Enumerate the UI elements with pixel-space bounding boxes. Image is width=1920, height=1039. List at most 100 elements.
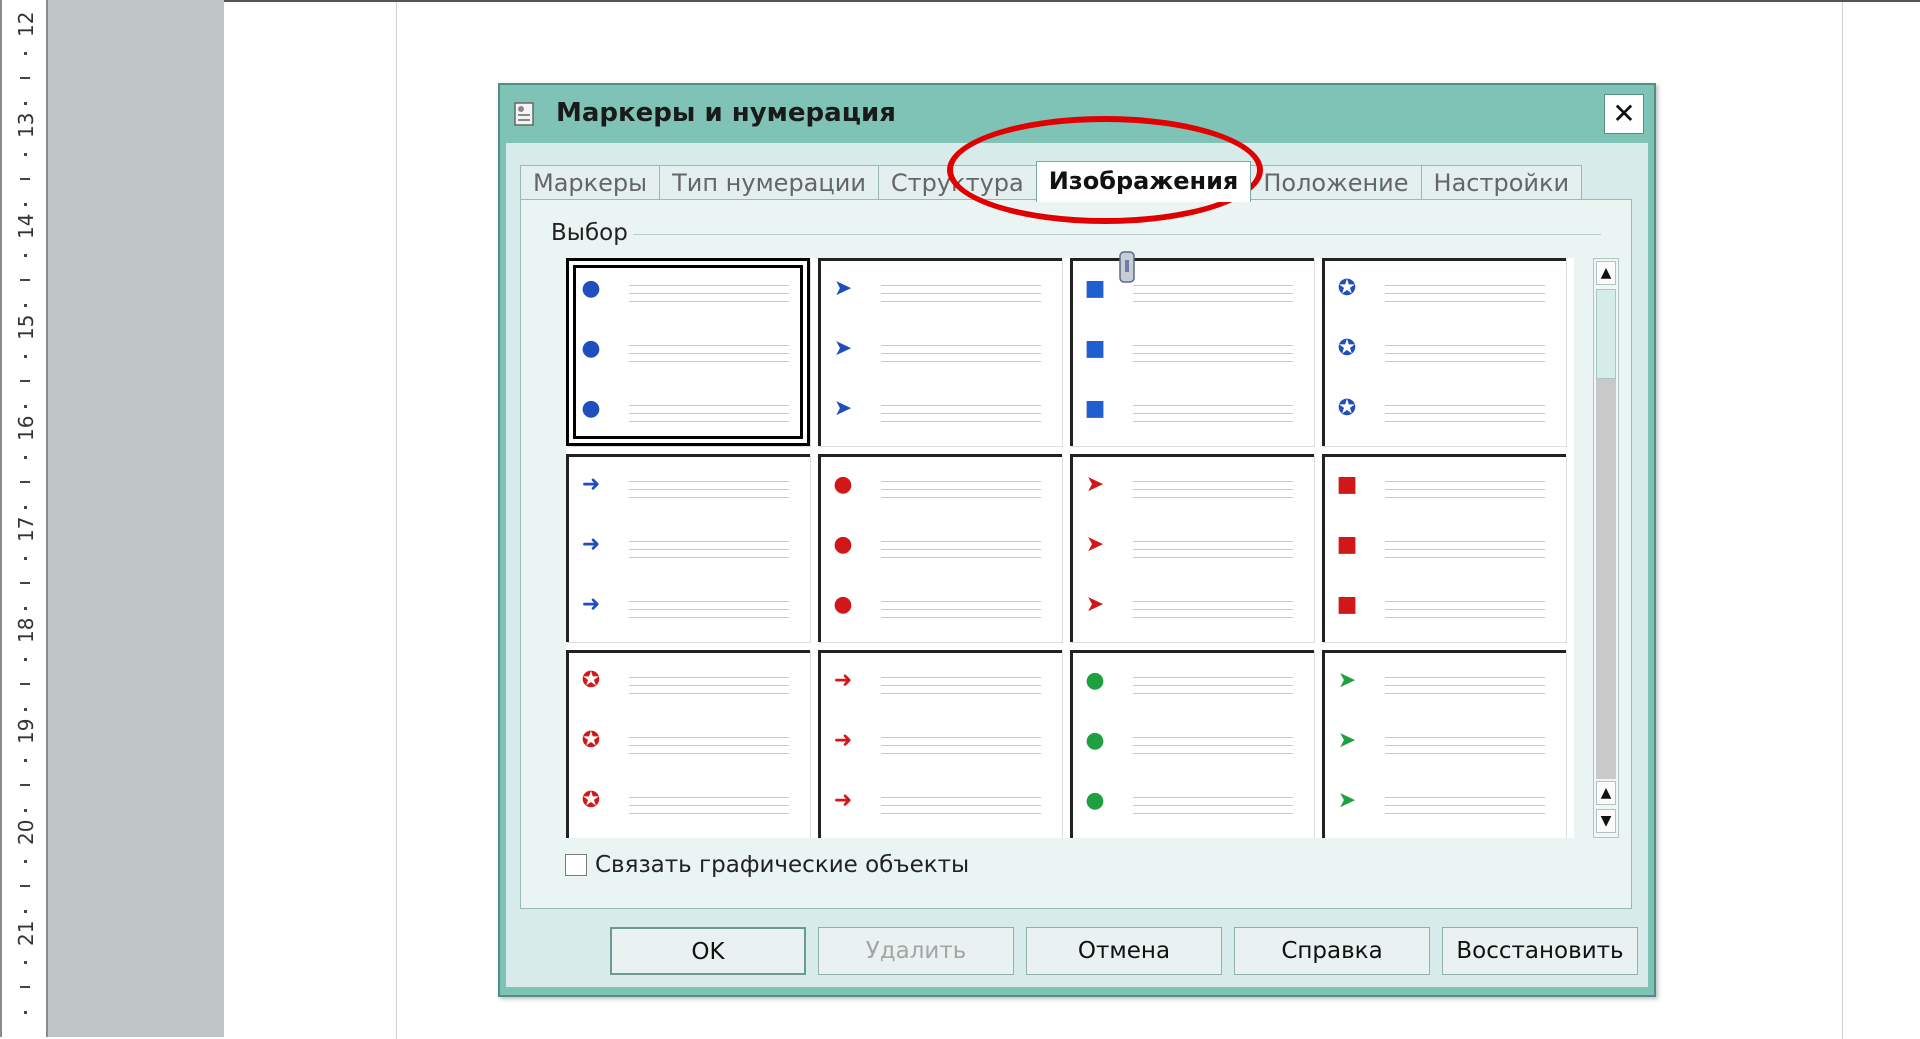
bullet-style-option[interactable]: ■ ■ ■ [1322,454,1566,642]
preview-text-line [1385,361,1545,362]
ruler-number: 13 [14,112,38,138]
preview-text-line [1385,617,1545,618]
link-graphics-checkbox[interactable]: Связать графические объекты [565,852,969,878]
scrollbar-trough[interactable] [1596,379,1616,779]
preview-text-line [1385,813,1545,814]
preview-text-line [629,421,789,422]
bullet-style-option[interactable]: ➜ ➜ ➜ [566,454,810,642]
ruler-number: 21 [14,920,38,946]
tab-2[interactable]: Тип нумерации [659,165,879,200]
ruler-number: 19 [14,718,38,744]
ok-button[interactable]: OK [610,927,806,975]
bullet-image-grid: ● ● ● ➤ ➤ ➤ ■ ■ ■ ✪ ✪ ✪ ➜ ➜ ➜ ● ● ● ➤ ➤ ➤ ■ ■ ■ ✪ ✪ ✪ ➜ ➜ ➜ ● ● ● ➤ ➤ ➤ [566,258,1574,838]
preview-text-line [1385,405,1545,406]
tab-bar: Маркеры Тип нумерации Структура Изображения… [520,161,1583,202]
preview-text-line [881,805,1041,806]
scroll-down-icon[interactable]: ▼ [1596,809,1616,833]
bullet-style-option[interactable]: ● ● ● [818,454,1062,642]
bullet-style-option[interactable]: ● ● ● [1070,650,1314,838]
preview-text-line [1133,601,1293,602]
bullet-preview-row: ➜ [579,473,795,498]
blue-cube-bullet-icon: ■ [1084,396,1106,421]
preview-text-line [1385,481,1545,482]
preview-text-line [1133,805,1293,806]
bullet-style-option[interactable]: ✪ ✪ ✪ [566,650,810,838]
blue-arrow-bullet-icon: ➜ [581,532,601,557]
preview-text-line [881,361,1041,362]
blue-cube-bullet-icon: ■ [1084,336,1106,361]
bullet-style-option[interactable]: ➤ ➤ ➤ [818,258,1062,446]
delete-button[interactable]: Удалить [818,927,1014,975]
preview-text-line [629,677,789,678]
green-sphere-bullet-icon: ● [1085,788,1105,813]
ruler-tick [24,52,27,55]
bullet-style-option[interactable]: ✪ ✪ ✪ [1322,258,1566,446]
preview-text-line [1133,813,1293,814]
bullet-preview-row: ■ [1083,396,1299,422]
preview-text-line [1133,361,1293,362]
preview-text-line [881,617,1041,618]
preview-text-line [881,797,1041,798]
bullet-preview-row: ● [579,276,795,302]
ruler-tick [24,506,27,509]
ruler-tick [24,355,27,358]
tab-1[interactable]: Маркеры [520,165,661,200]
tab-4[interactable]: Изображения [1035,161,1252,202]
red-sphere-bullet-icon: ● [833,532,853,557]
ruler-tick [20,582,30,584]
blue-star-bullet-icon: ✪ [1337,336,1357,361]
bullet-preview-row: ● [831,473,1047,498]
ruler-tick [24,153,27,156]
scroll-up-icon[interactable]: ▲ [1596,261,1616,285]
preview-text-line [1133,541,1293,542]
bullet-style-option[interactable]: ➤ ➤ ➤ [1070,454,1314,642]
preview-text-line [629,557,789,558]
preview-text-line [1133,677,1293,678]
bullet-style-option[interactable]: ● ● ● [566,258,810,446]
scrollbar-thumb[interactable] [1596,289,1616,379]
preview-text-line [1133,745,1293,746]
cancel-button[interactable]: Отмена [1026,927,1222,975]
preview-text-line [1385,693,1545,694]
preview-text-line [1385,685,1545,686]
help-button[interactable]: Справка [1234,927,1430,975]
ruler-tick [24,961,27,964]
tab-5[interactable]: Положение [1250,165,1422,200]
preview-text-line [1385,413,1545,414]
blue-sphere-bullet-icon: ● [581,276,601,301]
preview-text-line [1385,609,1545,610]
preview-text-line [629,685,789,686]
preview-text-line [881,497,1041,498]
bullet-preview-row: ➤ [1083,533,1299,558]
blue-cube-bullet-icon: ■ [1084,276,1106,301]
bullet-style-option[interactable]: ➜ ➜ ➜ [818,650,1062,838]
preview-text-line [629,489,789,490]
preview-text-line [629,293,789,294]
dialog-app-icon [514,102,534,126]
preview-text-line [1385,345,1545,346]
tab-6[interactable]: Настройки [1420,165,1583,200]
bullet-preview-row: ✪ [579,669,795,694]
reset-button[interactable]: Восстановить [1442,927,1638,975]
blue-sphere-bullet-icon: ● [581,336,601,361]
grid-scrollbar[interactable]: ▲ ▲ ▼ [1593,258,1619,838]
bullet-style-option[interactable]: ➤ ➤ ➤ [1322,650,1566,838]
scroll-up-icon[interactable]: ▲ [1596,781,1616,805]
close-button[interactable]: ✕ [1604,94,1644,134]
preview-text-line [629,285,789,286]
checkbox-box[interactable] [565,854,587,876]
ruler-tick [20,481,30,483]
bullet-preview-row: ■ [1335,473,1551,498]
page-margin-gray [48,0,224,1037]
red-star-bullet-icon: ✪ [581,788,601,813]
preview-text-line [1133,345,1293,346]
bullet-preview-row: ➜ [831,789,1047,814]
preview-text-line [1133,497,1293,498]
selection-group-label: Выбор [551,220,628,246]
preview-text-line [881,677,1041,678]
preview-text-line [1385,301,1545,302]
preview-text-line [1133,421,1293,422]
bullet-style-option[interactable]: ■ ■ ■ [1070,258,1314,446]
preview-text-line [1385,353,1545,354]
ruler-tick [20,279,30,281]
